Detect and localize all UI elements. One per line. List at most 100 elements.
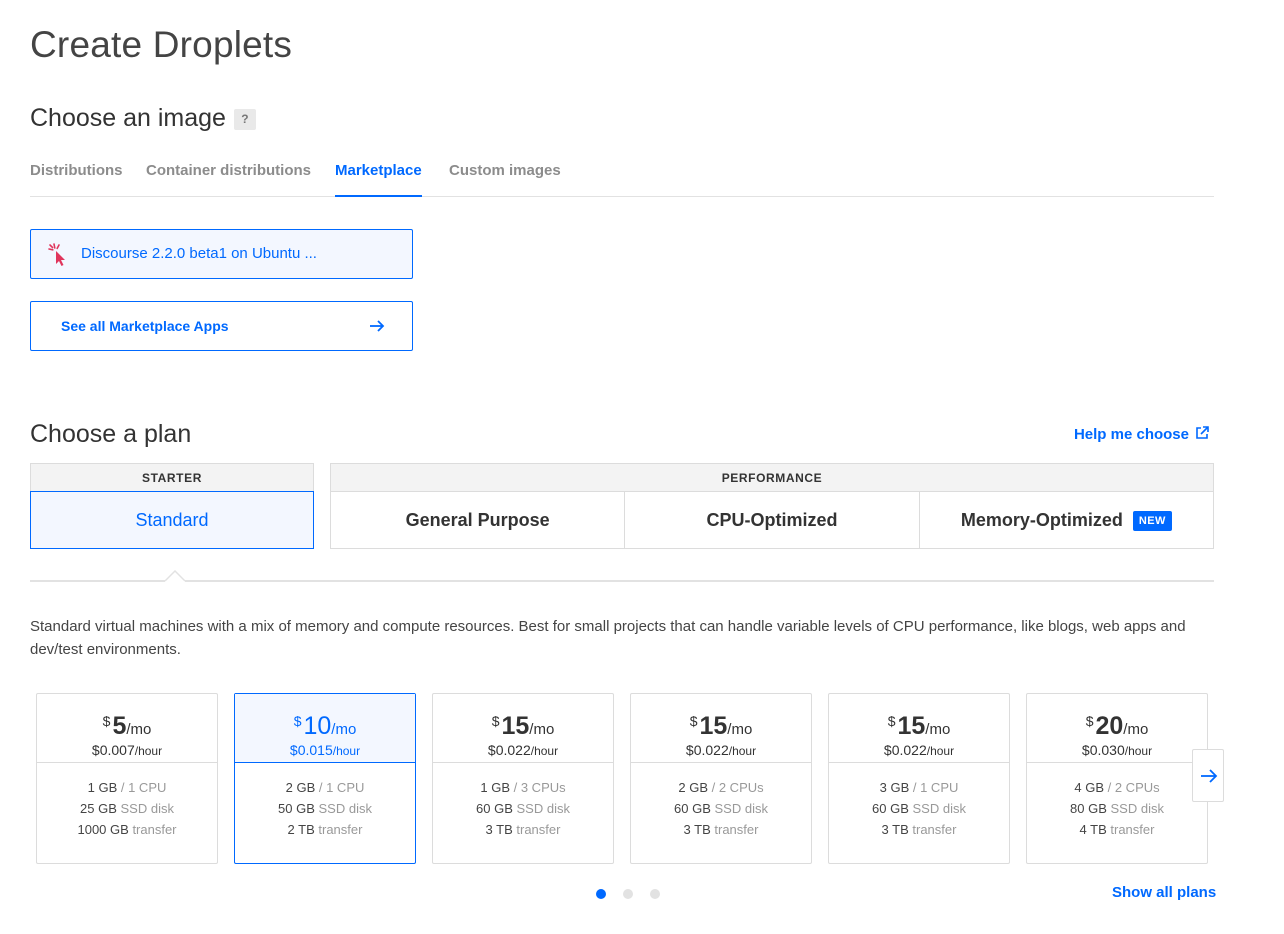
- disk-value: 80 GB: [1070, 801, 1107, 816]
- per-hour: /hour: [1124, 744, 1153, 758]
- hourly-price: $0.022/hour: [631, 742, 811, 758]
- hourly-price: $0.015/hour: [235, 742, 415, 758]
- transfer-spec: 1000 GB transfer: [37, 819, 217, 840]
- disk-value: 60 GB: [674, 801, 711, 816]
- transfer-value: 3 TB: [485, 822, 513, 837]
- plan-tab-general-purpose[interactable]: General Purpose: [331, 492, 626, 548]
- plan-card[interactable]: $10/mo $0.015/hour 2 GB / 1 CPU 50 GB SSD d…: [234, 693, 416, 864]
- plan-card-specs: 4 GB / 2 CPUs 80 GB SSD disk 4 TB transfer: [1027, 763, 1207, 840]
- hourly-amount: $0.007: [91, 742, 135, 758]
- disk-spec: 80 GB SSD disk: [1027, 798, 1207, 819]
- hourly-price: $0.022/hour: [829, 742, 1009, 758]
- per-month: /mo: [331, 721, 357, 738]
- disk-value: 25 GB: [80, 801, 117, 816]
- cpu-value: / 1 CPU: [912, 780, 959, 795]
- disk-unit: SSD disk: [912, 801, 966, 816]
- help-me-choose-label: Help me choose: [1073, 426, 1189, 443]
- memory-value: 2 GB: [285, 780, 316, 795]
- disk-unit: SSD disk: [120, 801, 174, 816]
- per-month: /mo: [925, 721, 951, 738]
- pagination-dot[interactable]: [650, 889, 660, 899]
- hourly-amount: $0.022: [685, 742, 729, 758]
- per-hour: /hour: [728, 744, 757, 758]
- hourly-price: $0.030/hour: [1027, 742, 1207, 758]
- pagination-dot[interactable]: [596, 889, 606, 899]
- hourly-amount: $0.030: [1081, 742, 1125, 758]
- plan-card-specs: 2 GB / 2 CPUs 60 GB SSD disk 3 TB transfer: [631, 763, 811, 840]
- plan-tab-memory-optimized[interactable]: Memory-Optimized NEW: [920, 492, 1213, 548]
- memory-value: 1 GB: [480, 780, 510, 795]
- transfer-spec: 3 TB transfer: [433, 819, 613, 840]
- plan-card-specs: 2 GB / 1 CPU 50 GB SSD disk 2 TB transfer: [235, 763, 415, 840]
- monthly-amount: 5: [112, 712, 127, 740]
- page-title: Create Droplets: [30, 24, 293, 65]
- per-hour: /hour: [134, 744, 163, 758]
- hourly-amount: $0.022: [883, 742, 927, 758]
- see-all-label: See all Marketplace Apps: [61, 318, 229, 334]
- disk-spec: 60 GB SSD disk: [433, 798, 613, 819]
- monthly-price: $10/mo: [235, 707, 415, 744]
- transfer-value: 1000 GB: [77, 822, 129, 837]
- plan-card[interactable]: $15/mo $0.022/hour 3 GB / 1 CPU 60 GB SSD d…: [828, 693, 1010, 864]
- plan-description: Standard virtual machines with a mix of …: [30, 618, 1186, 658]
- carousel-next-button[interactable]: [1192, 749, 1224, 802]
- transfer-spec: 4 TB transfer: [1027, 819, 1207, 840]
- tab-container-distributions[interactable]: Container distributions: [146, 162, 311, 197]
- plan-card-specs: 1 GB / 3 CPUs 60 GB SSD disk 3 TB transfer: [433, 763, 613, 840]
- tab-distributions[interactable]: Distributions: [30, 162, 123, 197]
- disk-value: 50 GB: [278, 801, 315, 816]
- image-tabs: Distributions Container distributions Ma…: [30, 158, 1214, 197]
- transfer-unit: transfer: [516, 822, 561, 837]
- currency-symbol: $: [102, 713, 111, 729]
- help-icon[interactable]: ?: [233, 108, 256, 130]
- help-me-choose-link[interactable]: Help me choose: [1074, 426, 1209, 443]
- arrow-right-icon: [370, 320, 385, 332]
- disk-spec: 25 GB SSD disk: [37, 798, 217, 819]
- tab-marketplace[interactable]: Marketplace: [335, 162, 422, 197]
- monthly-price: $15/mo: [631, 707, 811, 744]
- see-all-marketplace-button[interactable]: See all Marketplace Apps: [30, 301, 413, 351]
- plan-card-price: $5/mo $0.007/hour: [37, 694, 217, 763]
- plan-card[interactable]: $15/mo $0.022/hour 1 GB / 3 CPUs 60 GB SSD …: [432, 693, 614, 864]
- plan-tab-standard[interactable]: Standard: [30, 491, 314, 549]
- performance-header: PERFORMANCE: [330, 463, 1214, 491]
- plan-card[interactable]: $15/mo $0.022/hour 2 GB / 2 CPUs 60 GB SSD …: [630, 693, 812, 864]
- currency-symbol: $: [491, 713, 500, 729]
- plan-tab-cpu-optimized[interactable]: CPU-Optimized: [625, 492, 920, 548]
- selection-notch: [165, 570, 185, 582]
- cpu-value: / 2 CPUs: [711, 780, 764, 795]
- monthly-amount: 10: [303, 712, 332, 740]
- monthly-amount: 15: [501, 712, 530, 740]
- new-badge: NEW: [1132, 511, 1172, 531]
- memory-value: 2 GB: [678, 780, 708, 795]
- plan-card[interactable]: $20/mo $0.030/hour 4 GB / 2 CPUs 80 GB SSD …: [1026, 693, 1208, 864]
- hourly-price: $0.007/hour: [37, 742, 217, 758]
- disk-unit: SSD disk: [1110, 801, 1164, 816]
- disk-unit: SSD disk: [714, 801, 768, 816]
- plan-card[interactable]: $5/mo $0.007/hour 1 GB / 1 CPU 25 GB SSD di…: [36, 693, 218, 864]
- monthly-price: $20/mo: [1027, 707, 1207, 744]
- transfer-spec: 3 TB transfer: [829, 819, 1009, 840]
- transfer-unit: transfer: [714, 822, 759, 837]
- selected-marketplace-app[interactable]: Discourse 2.2.0 beta1 on Ubuntu ...: [30, 229, 413, 279]
- pagination-dot[interactable]: [623, 889, 633, 899]
- transfer-unit: transfer: [1110, 822, 1155, 837]
- plan-card-price: $15/mo $0.022/hour: [433, 694, 613, 763]
- show-all-plans-link[interactable]: Show all plans: [1112, 884, 1216, 901]
- starter-group: STARTER Standard: [30, 463, 314, 549]
- transfer-value: 3 TB: [683, 822, 711, 837]
- per-month: /mo: [529, 721, 555, 738]
- memory-cpu-spec: 4 GB / 2 CPUs: [1027, 777, 1207, 798]
- plan-card-price: $15/mo $0.022/hour: [829, 694, 1009, 763]
- per-hour: /hour: [530, 744, 559, 758]
- monthly-price: $5/mo: [37, 707, 217, 744]
- memory-cpu-spec: 1 GB / 3 CPUs: [433, 777, 613, 798]
- per-month: /mo: [727, 721, 753, 738]
- cpu-value: / 3 CPUs: [513, 780, 566, 795]
- tab-custom-images[interactable]: Custom images: [449, 162, 561, 197]
- transfer-spec: 2 TB transfer: [235, 819, 415, 840]
- memory-optimized-label: Memory-Optimized: [960, 510, 1123, 530]
- disk-unit: SSD disk: [516, 801, 570, 816]
- monthly-price: $15/mo: [829, 707, 1009, 744]
- per-month: /mo: [1123, 721, 1149, 738]
